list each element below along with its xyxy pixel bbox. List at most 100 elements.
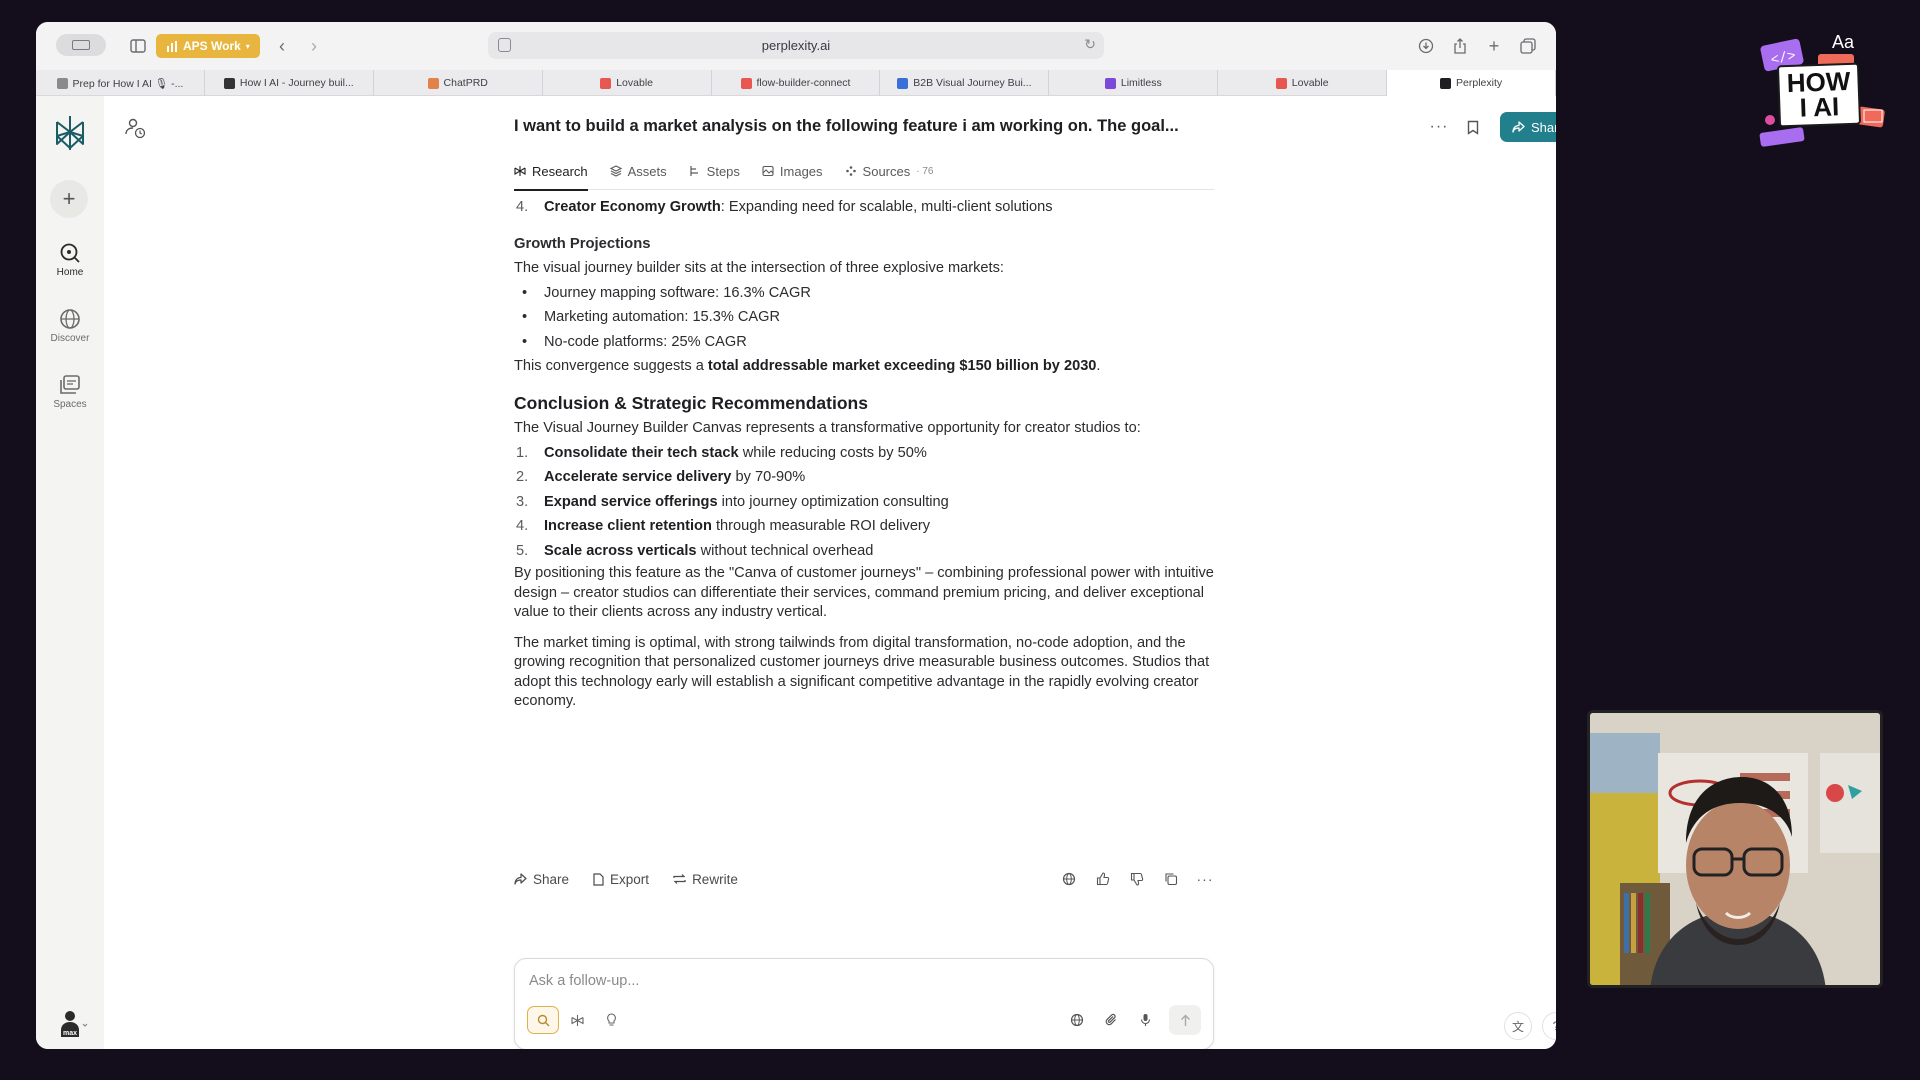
browser-tab[interactable]: Perplexity: [1387, 70, 1556, 96]
tab-label: Steps: [706, 163, 740, 179]
bookmark-icon[interactable]: [1456, 112, 1490, 142]
sources-count: · 76: [916, 165, 934, 177]
layers-icon: [609, 165, 622, 177]
browser-tab[interactable]: B2B Visual Journey Bui...: [880, 70, 1050, 96]
tab-title: Prep for How I AI 🎙 -...: [72, 77, 184, 90]
tab-favicon-icon: [1440, 77, 1452, 89]
steps-icon: [690, 166, 698, 176]
browser-tab[interactable]: ChatPRD: [374, 70, 543, 96]
sidebar-toggle-icon[interactable]: [126, 34, 150, 58]
rewrite-icon: [673, 874, 686, 884]
follow-up-box: [514, 958, 1214, 1049]
more-options-icon[interactable]: ···: [1422, 112, 1456, 142]
tab-favicon-icon: [1275, 77, 1287, 89]
export-button[interactable]: Export: [593, 872, 649, 887]
list-number: 1.: [516, 444, 529, 461]
thread-subtabs: Research Assets Steps Images Sources · 7…: [514, 152, 1214, 191]
tab-steps[interactable]: Steps: [689, 152, 740, 190]
tab-title: ChatPRD: [443, 77, 488, 89]
tab-overview-icon[interactable]: [1516, 34, 1540, 58]
perplexity-logo[interactable]: [53, 114, 87, 152]
research-icon: [570, 1014, 584, 1026]
globe-icon[interactable]: [1067, 1010, 1087, 1030]
tab-favicon-icon: [56, 77, 68, 89]
recommendation-list: 1. Consolidate their tech stack while red…: [514, 442, 1214, 563]
recommendation-item: 5. Scale across verticals without technic…: [514, 540, 1214, 563]
new-tab-icon[interactable]: +: [1482, 34, 1506, 58]
language-icon[interactable]: 文: [1504, 1012, 1532, 1040]
search-mode-group: [527, 1005, 627, 1035]
send-button[interactable]: [1169, 1005, 1201, 1035]
mode-labs-button[interactable]: [595, 1006, 627, 1034]
browser-tab[interactable]: Limitless: [1049, 70, 1219, 96]
page-settings-icon[interactable]: [498, 38, 511, 52]
follow-up-tools: [1067, 1005, 1201, 1035]
tab-label: Images: [779, 163, 823, 179]
workspace-label: APS Work: [183, 39, 241, 53]
sidebar-item-label: Discover: [50, 333, 90, 344]
sidebar-item-home[interactable]: Home: [36, 242, 104, 278]
chevron-down-icon: ▾: [245, 41, 250, 51]
back-arrow-icon[interactable]: ‹: [272, 34, 292, 58]
share-page-icon[interactable]: [1448, 34, 1472, 58]
follow-up-input[interactable]: [529, 971, 1029, 991]
reload-icon[interactable]: ↻: [1084, 36, 1096, 53]
bullet-dot: •: [522, 333, 528, 350]
mode-search-button[interactable]: [527, 1006, 559, 1034]
paperclip-icon[interactable]: [1101, 1010, 1121, 1030]
tab-images[interactable]: Images: [762, 152, 823, 190]
list-item-text: : Expanding need for scalable, multi-cli…: [720, 199, 1053, 215]
tab-label: Research: [532, 163, 588, 179]
browser-tab[interactable]: Lovable: [1218, 70, 1388, 96]
thread-history-icon[interactable]: [124, 116, 150, 142]
sidebar-item-discover[interactable]: Discover: [36, 308, 104, 344]
microphone-icon[interactable]: [1135, 1010, 1155, 1030]
tab-favicon-icon: [897, 77, 909, 89]
list-item: 4. Creator Economy Growth: Expanding nee…: [514, 196, 1214, 219]
tab-sources[interactable]: Sources · 76: [845, 152, 934, 190]
recommendation-text: Consolidate their tech stack while reduc…: [544, 444, 927, 461]
new-thread-button[interactable]: +: [50, 180, 88, 218]
growth-intro: The visual journey builder sits at the i…: [514, 260, 1004, 276]
tab-strip: Prep for How I AI 🎙 -... How I AI - Journ…: [36, 70, 1556, 96]
tab-favicon-icon: [1104, 77, 1116, 89]
tab-assets[interactable]: Assets: [609, 152, 667, 190]
sidebar-item-spaces[interactable]: Spaces: [36, 374, 104, 410]
answer-actions: Share Export Rewrite ···: [514, 866, 1214, 892]
mode-research-button[interactable]: [561, 1006, 593, 1034]
tab-overview-button[interactable]: [56, 34, 106, 56]
help-icon[interactable]: ?: [1542, 1012, 1556, 1040]
document-icon: [593, 872, 604, 886]
browser-tab[interactable]: How I AI - Journey buil...: [205, 70, 374, 96]
tab-research[interactable]: Research: [514, 152, 588, 191]
sources-globe-icon[interactable]: [1060, 870, 1078, 888]
browser-tab[interactable]: Lovable: [543, 70, 712, 96]
tab-title: Lovable: [1291, 77, 1329, 89]
answer-share-button[interactable]: Share: [514, 872, 569, 887]
user-avatar-button[interactable]: max: [58, 1008, 88, 1038]
market-timing-paragraph: The market timing is optimal, with stron…: [514, 634, 1210, 710]
brand-aa-text: Aa: [1832, 32, 1855, 52]
recommendation-text: Increase client retention through measur…: [544, 518, 931, 534]
share-button[interactable]: Share: [1500, 112, 1556, 142]
recommendation-item: 3. Expand service offerings into journey …: [514, 491, 1214, 514]
lightbulb-icon: [606, 1013, 616, 1026]
list-number: 4.: [516, 518, 529, 534]
copy-icon[interactable]: [1162, 870, 1180, 888]
more-options-icon[interactable]: ···: [1196, 870, 1214, 888]
forward-arrow-icon[interactable]: ›: [304, 34, 324, 58]
address-bar[interactable]: perplexity.ai ↻: [488, 32, 1104, 59]
main-panel: I want to build a market analysis on the…: [104, 96, 1556, 1049]
browser-tab[interactable]: flow-builder-connect: [712, 70, 881, 96]
list-number: 5.: [516, 542, 529, 559]
thumbs-down-icon[interactable]: [1128, 870, 1146, 888]
download-icon[interactable]: [1414, 34, 1438, 58]
browser-tab[interactable]: Prep for How I AI 🎙 -...: [36, 70, 205, 96]
rewrite-button[interactable]: Rewrite: [673, 872, 738, 887]
feedback-actions: ···: [1060, 870, 1214, 888]
user-name-label: max: [61, 1030, 80, 1037]
thread-title: I want to build a market analysis on the…: [514, 117, 1179, 135]
workspace-switcher[interactable]: APS Work ▾: [156, 34, 260, 58]
thumbs-up-icon[interactable]: [1094, 870, 1112, 888]
growth-heading: Growth Projections: [514, 235, 651, 252]
